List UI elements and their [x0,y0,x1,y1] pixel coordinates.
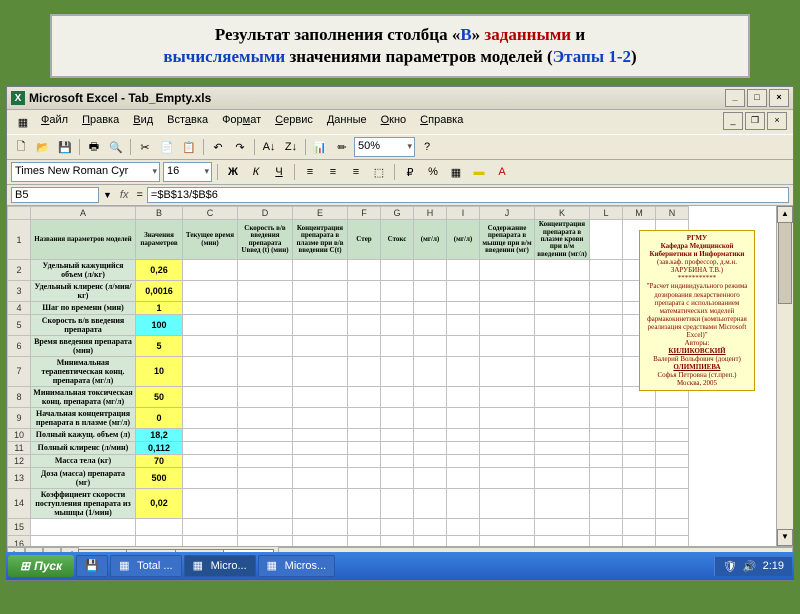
zoom-combo[interactable]: 50% [354,137,415,157]
help-icon[interactable]: ? [417,137,437,157]
redo-icon[interactable]: ↷ [230,137,250,157]
windows-taskbar: ⊞ Пуск 💾 ▦Total ...▦Micro...▦Micros... 🛡… [6,552,794,580]
formatting-toolbar: Times New Roman Cyr 16 Ж К Ч ≡ ≡ ≡ ⬚ ₽ %… [7,160,793,185]
percent-icon[interactable]: % [423,162,443,182]
menu-help[interactable]: Справка [414,112,469,132]
print-icon[interactable]: 🖶 [84,137,104,157]
taskbar-item[interactable]: ▦Micro... [184,555,256,577]
minimize-button[interactable]: _ [725,89,745,107]
drawing-icon[interactable]: ✏ [332,137,352,157]
maximize-button[interactable]: □ [747,89,767,107]
chart-icon[interactable]: 📊 [310,137,330,157]
align-right-icon[interactable]: ≡ [346,162,366,182]
align-left-icon[interactable]: ≡ [300,162,320,182]
scroll-up-icon[interactable]: ▲ [777,206,793,223]
worksheet-area[interactable]: ABCDEFGHIJKLMN1Названия параметров модел… [7,206,793,546]
doc-minimize[interactable]: _ [723,112,743,130]
save-icon[interactable]: 💾 [55,137,75,157]
copy-icon[interactable]: 📄 [157,137,177,157]
sort-desc-icon[interactable]: Z↓ [281,137,301,157]
slide-title: Результат заполнения столбца «B» заданны… [50,14,750,78]
preview-icon[interactable]: 🔍 [106,137,126,157]
font-name-combo[interactable]: Times New Roman Cyr [11,162,160,182]
quicklaunch-save-icon[interactable]: 💾 [76,555,108,577]
close-button[interactable]: × [769,89,789,107]
scroll-thumb[interactable] [778,222,792,304]
menu-view[interactable]: Вид [127,112,159,132]
name-box[interactable]: B5 [11,187,99,203]
fx-icon[interactable]: fx [116,189,133,201]
fill-color-icon[interactable]: ▬ [469,162,489,182]
dropdown-icon[interactable]: ▼ [103,190,112,200]
menu-insert[interactable]: Вставка [161,112,214,132]
window-title: Microsoft Excel - Tab_Empty.xls [29,91,211,105]
undo-icon[interactable]: ↶ [208,137,228,157]
bold-icon[interactable]: Ж [223,162,243,182]
font-color-icon[interactable]: A [492,162,512,182]
doc-restore[interactable]: ❐ [745,112,765,130]
menu-file[interactable]: Файл [35,112,74,132]
vertical-scrollbar[interactable]: ▲ ▼ [776,206,793,546]
windows-logo-icon: ⊞ [20,559,30,573]
tray-icon[interactable]: 🛡 [723,560,737,573]
merge-icon[interactable]: ⬚ [369,162,389,182]
sort-asc-icon[interactable]: A↓ [259,137,279,157]
standard-toolbar: 🗋 📂 💾 🖶 🔍 ✂ 📄 📋 ↶ ↷ A↓ Z↓ 📊 ✏ 50% ? [7,134,793,160]
menu-data[interactable]: Данные [321,112,373,132]
menu-bar: ▦ Файл Правка Вид Вставка Формат Сервис … [7,110,793,134]
menu-edit[interactable]: Правка [76,112,125,132]
taskbar-item[interactable]: ▦Total ... [110,555,181,577]
excel-window: X Microsoft Excel - Tab_Empty.xls _ □ × … [6,86,794,581]
cut-icon[interactable]: ✂ [135,137,155,157]
excel-icon: X [11,91,25,105]
system-tray[interactable]: 🛡 🔊 2:19 [714,557,792,576]
app-icon[interactable]: ▦ [13,112,33,132]
clock: 2:19 [763,560,784,572]
currency-icon[interactable]: ₽ [400,162,420,182]
new-icon[interactable]: 🗋 [11,137,31,157]
menu-tools[interactable]: Сервис [269,112,319,132]
taskbar-item[interactable]: ▦Micros... [258,555,336,577]
start-button[interactable]: ⊞ Пуск [8,555,74,577]
align-center-icon[interactable]: ≡ [323,162,343,182]
paste-icon[interactable]: 📋 [179,137,199,157]
scroll-down-icon[interactable]: ▼ [777,529,793,546]
italic-icon[interactable]: К [246,162,266,182]
info-textbox: РГМУ Кафедра Медицинской Кибернетики и И… [639,230,755,391]
borders-icon[interactable]: ▦ [446,162,466,182]
menu-format[interactable]: Формат [216,112,267,132]
open-icon[interactable]: 📂 [33,137,53,157]
formula-bar: B5 ▼ fx = =$B$13/$B$6 [7,185,793,206]
menu-window[interactable]: Окно [375,112,413,132]
underline-icon[interactable]: Ч [269,162,289,182]
title-bar: X Microsoft Excel - Tab_Empty.xls _ □ × [7,87,793,110]
tray-icon[interactable]: 🔊 [743,560,757,573]
font-size-combo[interactable]: 16 [163,162,212,182]
formula-input[interactable]: =$B$13/$B$6 [147,187,789,203]
doc-close[interactable]: × [767,112,787,130]
